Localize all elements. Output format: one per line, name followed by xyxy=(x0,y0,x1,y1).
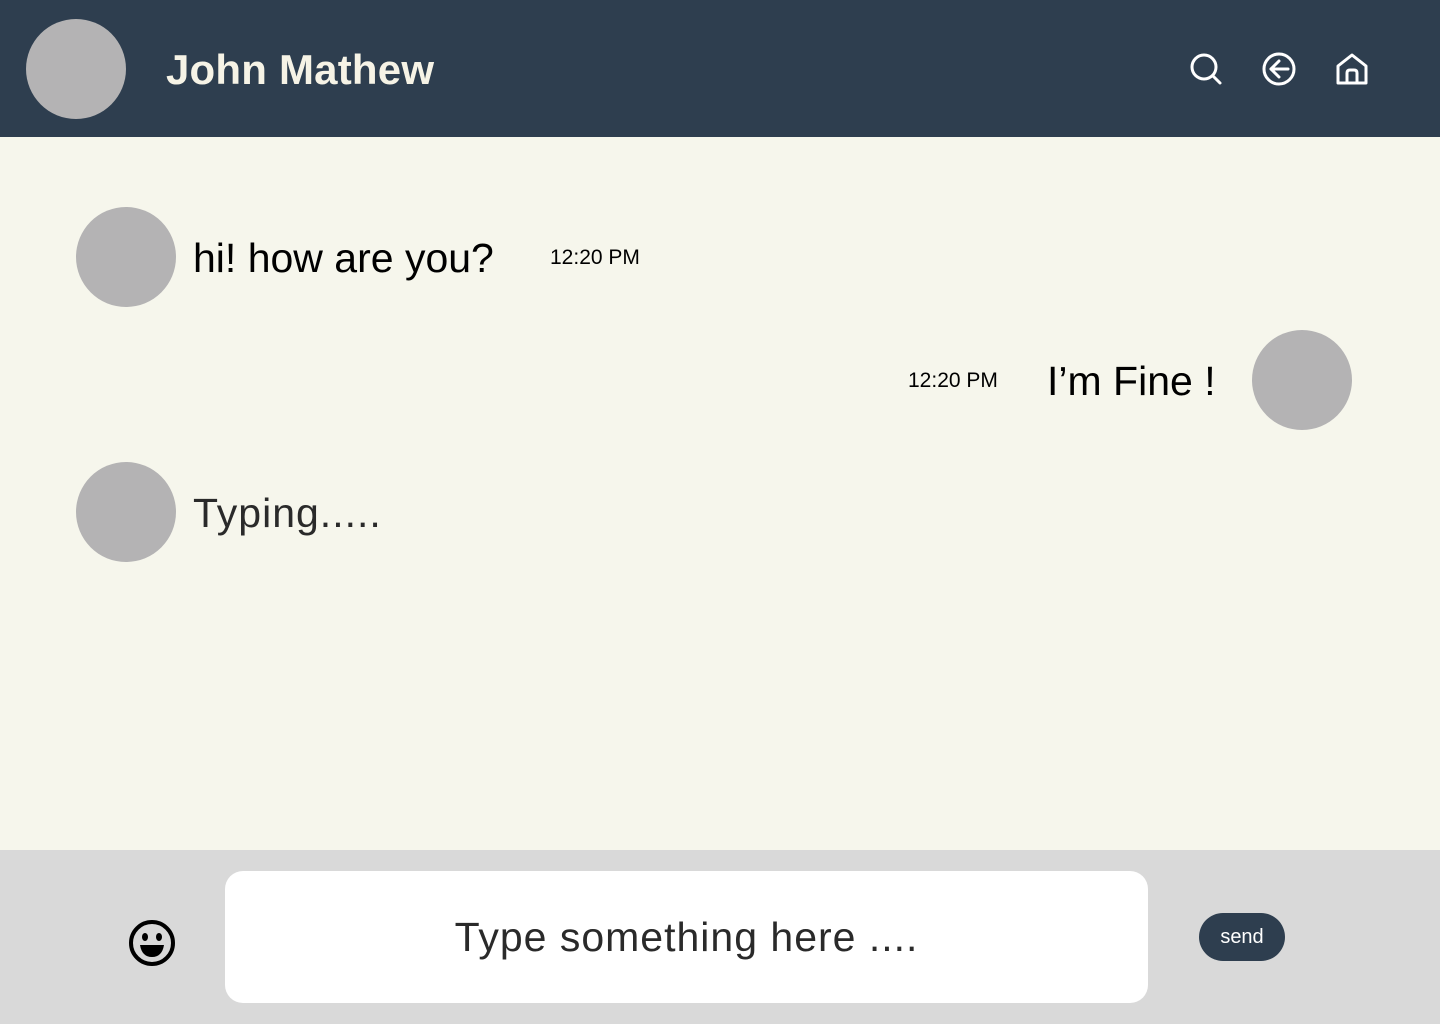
message-timestamp: 12:20 PM xyxy=(550,246,640,269)
message-timestamp: 12:20 PM xyxy=(908,369,998,392)
contact-name[interactable]: John Mathew xyxy=(166,44,434,96)
smiley-icon xyxy=(129,920,175,966)
message-input-container xyxy=(225,871,1148,1003)
typing-indicator: Typing..... xyxy=(193,490,382,536)
send-button[interactable]: send xyxy=(1199,913,1285,961)
search-icon xyxy=(1190,53,1222,85)
home-button[interactable] xyxy=(1333,50,1371,88)
message-list: hi! how are you? 12:20 PM 12:20 PM I’m F… xyxy=(0,137,1440,850)
message-text-outgoing: I’m Fine ! xyxy=(1047,358,1216,404)
message-text-incoming: hi! how are you? xyxy=(193,235,494,281)
emoji-button[interactable] xyxy=(126,917,178,969)
sender-avatar xyxy=(76,462,176,562)
chat-header: John Mathew xyxy=(0,0,1440,137)
message-input[interactable] xyxy=(225,871,1148,1003)
home-icon xyxy=(1336,53,1368,85)
search-button[interactable] xyxy=(1187,50,1225,88)
self-avatar xyxy=(1252,330,1352,430)
sender-avatar xyxy=(76,207,176,307)
back-arrow-icon xyxy=(1262,52,1296,86)
back-button[interactable] xyxy=(1260,50,1298,88)
contact-avatar[interactable] xyxy=(26,19,126,119)
